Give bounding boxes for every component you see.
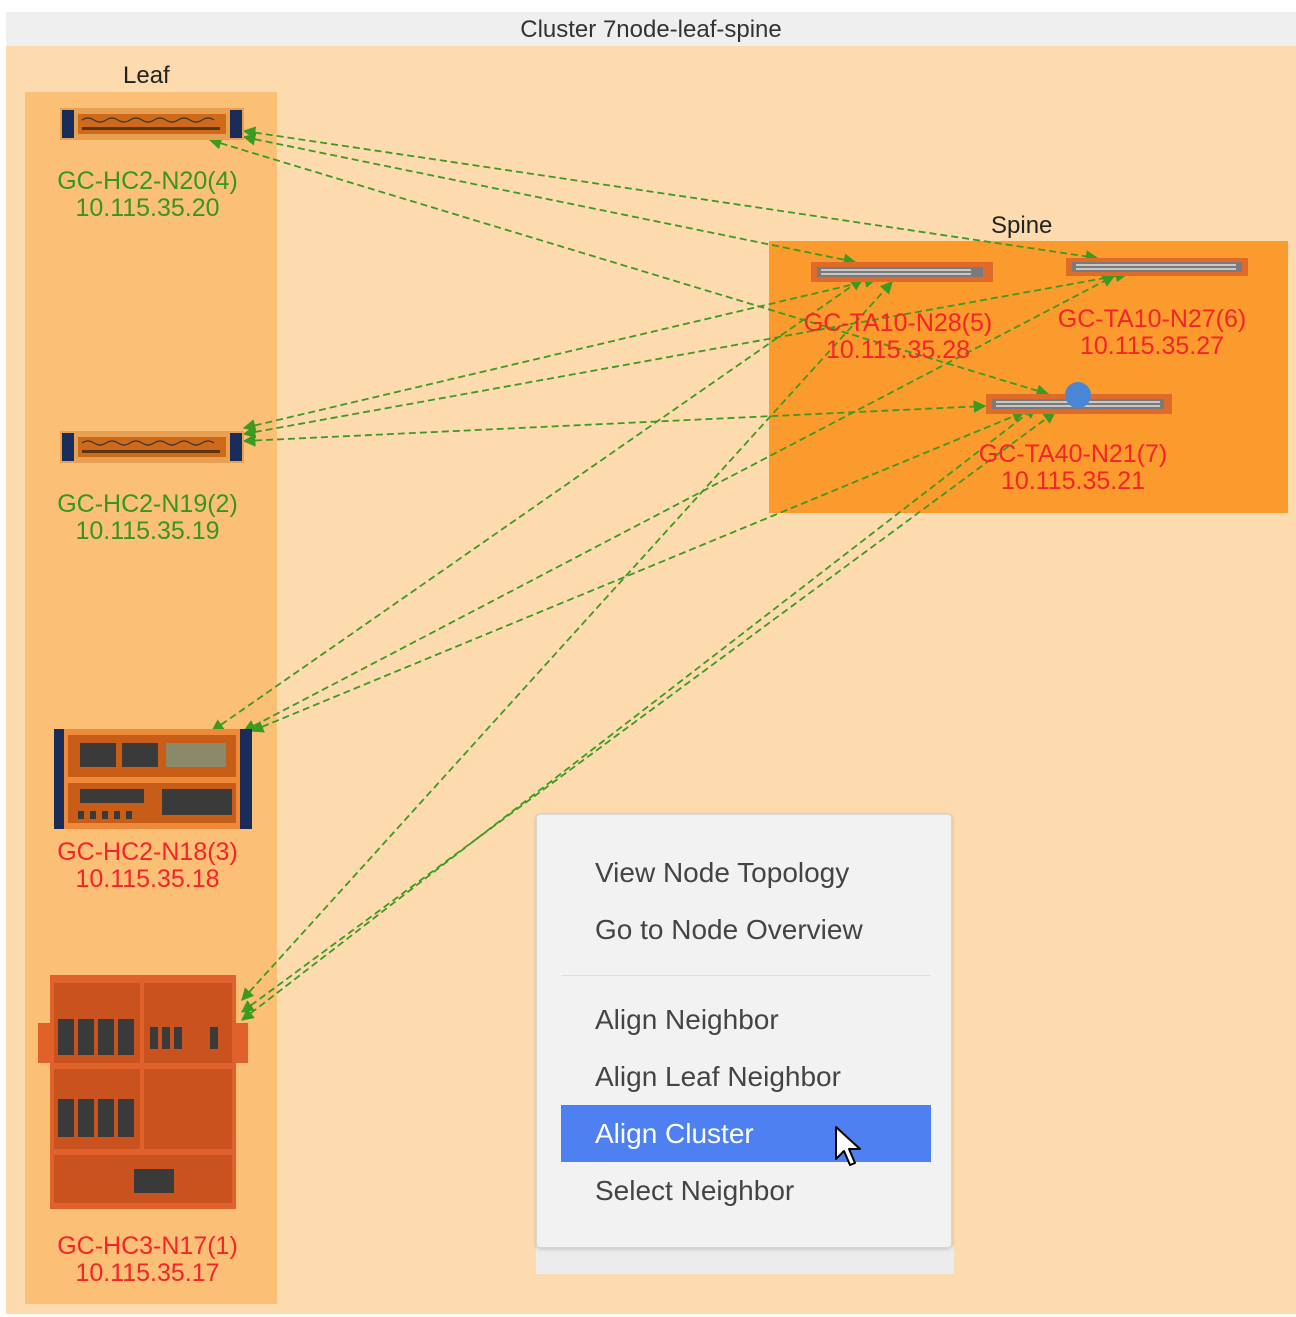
node-n28-label[interactable]: GC-TA10-N28(5) 10.115.35.28 xyxy=(783,310,1013,364)
menu-item-align-neighbor[interactable]: Align Neighbor xyxy=(561,991,931,1048)
menu-item-view-node-topology[interactable]: View Node Topology xyxy=(561,844,931,901)
menu-separator xyxy=(561,975,931,976)
node-name: GC-TA10-N28(5) xyxy=(803,309,993,337)
node-name: GC-HC3-N17(1) xyxy=(57,1232,238,1260)
mouse-cursor-icon xyxy=(834,1125,864,1172)
node-ip: 10.115.35.27 xyxy=(1079,332,1225,360)
switch-1u-icon xyxy=(1066,258,1248,276)
node-ip: 10.115.35.18 xyxy=(75,865,220,893)
link-n19-n21 xyxy=(242,400,987,447)
menu-item-align-leaf-neighbor[interactable]: Align Leaf Neighbor xyxy=(561,1048,931,1105)
node-n17[interactable] xyxy=(38,975,248,1214)
menu-item-align-cluster[interactable]: Align Cluster xyxy=(561,1105,931,1162)
drag-handle-dot-icon xyxy=(1065,382,1091,408)
node-n18-label[interactable]: GC-HC2-N18(3) 10.115.35.18 xyxy=(40,839,255,893)
node-name: GC-HC2-N20(4) xyxy=(57,167,238,195)
node-n20[interactable] xyxy=(60,108,244,145)
node-ip: 10.115.35.19 xyxy=(75,517,220,545)
menu-backdrop xyxy=(536,1246,954,1274)
node-ip: 10.115.35.17 xyxy=(75,1259,220,1287)
node-n20-label[interactable]: GC-HC2-N20(4) 10.115.35.20 xyxy=(40,168,255,222)
link-n20-n27 xyxy=(242,126,1099,263)
node-ip: 10.115.35.20 xyxy=(75,194,220,222)
link-n18-n28 xyxy=(210,278,864,732)
node-n27-label[interactable]: GC-TA10-N27(6) 10.115.35.27 xyxy=(1037,306,1267,360)
node-n18[interactable] xyxy=(54,729,252,834)
switch-1u-icon xyxy=(60,431,244,463)
node-ip: 10.115.35.28 xyxy=(825,336,971,364)
node-n19-label[interactable]: GC-HC2-N19(2) 10.115.35.19 xyxy=(40,491,255,545)
node-name: GC-TA10-N27(6) xyxy=(1057,305,1247,333)
node-n21-label[interactable]: GC-TA40-N21(7) 10.115.35.21 xyxy=(958,441,1188,495)
menu-item-select-neighbor[interactable]: Select Neighbor xyxy=(561,1162,931,1219)
link-n18-n21 xyxy=(250,410,1026,733)
switch-1u-icon xyxy=(811,262,993,282)
selection-handle[interactable] xyxy=(1064,381,1092,414)
node-name: GC-HC2-N18(3) xyxy=(57,838,238,866)
chassis-4u-icon xyxy=(54,729,252,829)
chassis-large-icon xyxy=(38,975,248,1209)
menu-item-go-to-node-overview[interactable]: Go to Node Overview xyxy=(561,901,931,958)
node-n27[interactable] xyxy=(1066,258,1248,281)
node-name: GC-HC2-N19(2) xyxy=(57,490,238,518)
node-n28[interactable] xyxy=(811,262,993,287)
switch-1u-icon xyxy=(60,108,244,140)
node-n17-label[interactable]: GC-HC3-N17(1) 10.115.35.17 xyxy=(40,1233,255,1287)
context-menu: View Node Topology Go to Node Overview A… xyxy=(536,814,952,1248)
node-n19[interactable] xyxy=(60,431,244,468)
node-name: GC-TA40-N21(7) xyxy=(978,440,1168,468)
node-ip: 10.115.35.21 xyxy=(1000,467,1146,495)
link-n19-n28 xyxy=(242,275,878,432)
